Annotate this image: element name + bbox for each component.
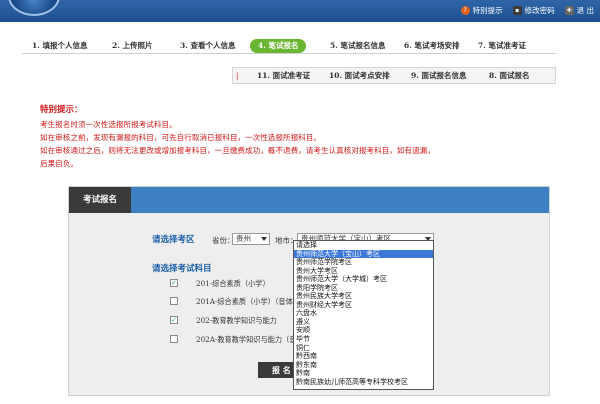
dropdown-option[interactable]: 请选择 bbox=[294, 241, 433, 250]
step-bar: 1. 填报个人信息 2. 上传照片 3. 查看个人信息 4. 笔试报名 5. 笔… bbox=[22, 38, 556, 54]
subject-label: 201A-综合素质（小学）（音体 bbox=[196, 297, 293, 307]
notice-line: 考生报名时须一次性选报所报考试科目。 bbox=[40, 118, 560, 131]
choose-subject-label: 请选择考试科目 bbox=[152, 262, 212, 274]
change-password-link[interactable]: ▪ 修改密码 bbox=[513, 5, 555, 16]
top-bar: ? 特别提示 ▪ 修改密码 ✚ 退 出 bbox=[0, 0, 600, 22]
dropdown-option[interactable]: 黔南民族幼儿师范高等专科学校考区 bbox=[294, 378, 433, 387]
notice: 特别提示： 考生报名时须一次性选报所报考试科目。 如在审核之前，发现有漏报的科目… bbox=[40, 104, 560, 170]
dropdown-option[interactable]: 黔东南 bbox=[294, 361, 433, 370]
dropdown-option[interactable]: 铜仁 bbox=[294, 344, 433, 353]
dropdown-option[interactable]: 遵义 bbox=[294, 318, 433, 327]
dropdown-option[interactable]: 黔南 bbox=[294, 369, 433, 378]
province-select[interactable]: 贵州 bbox=[232, 233, 270, 245]
dropdown-option[interactable]: 六盘水 bbox=[294, 309, 433, 318]
panel-tab: 考试报名 bbox=[69, 187, 131, 213]
password-icon: ▪ bbox=[513, 6, 522, 15]
subject-label: 202-教育教学知识与能力 bbox=[196, 316, 277, 326]
dropdown-option[interactable]: 贵阳学院考区 bbox=[294, 284, 433, 293]
notice-line: 后果自负。 bbox=[40, 157, 560, 170]
step-view-info[interactable]: 3. 查看个人信息 bbox=[180, 39, 235, 53]
step-written-signup[interactable]: 4. 笔试报名 bbox=[250, 39, 306, 53]
change-password-label: 修改密码 bbox=[525, 5, 555, 16]
dropdown-option[interactable]: 贵州师范大学（宝山）考区 bbox=[294, 250, 433, 259]
logout-link[interactable]: ✚ 退 出 bbox=[565, 5, 594, 16]
logout-label: 退 出 bbox=[577, 5, 594, 16]
step-fill-info[interactable]: 1. 填报个人信息 bbox=[32, 39, 87, 53]
top-links: ? 特别提示 ▪ 修改密码 ✚ 退 出 bbox=[461, 5, 594, 16]
step-upload-photo[interactable]: 2. 上传照片 bbox=[112, 39, 152, 53]
chevron-down-icon bbox=[261, 237, 267, 241]
step-interview-site[interactable]: 10. 面试考点安排 bbox=[329, 69, 390, 83]
dropdown-option[interactable]: 安顺 bbox=[294, 326, 433, 335]
submit-signup-button[interactable]: 报 名 bbox=[258, 362, 298, 378]
step-interview-signup[interactable]: 8. 面试报名 bbox=[489, 69, 529, 83]
notice-title: 特别提示： bbox=[40, 104, 560, 117]
panel-header: 考试报名 bbox=[69, 187, 549, 213]
notice-line: 如在审核通过之后，则将无法更改或增加报考科目，一旦缴费成功，概不退费，请考生认真… bbox=[40, 144, 560, 157]
step-marker: | bbox=[236, 72, 238, 80]
step-written-signup-info[interactable]: 5. 笔试报名信息 bbox=[330, 39, 385, 53]
dropdown-option[interactable]: 贵州大学考区 bbox=[294, 267, 433, 276]
city-dropdown-list[interactable]: 请选择贵州师范大学（宝山）考区贵州师范学院考区贵州大学考区贵州师范大学（大学城）… bbox=[293, 240, 434, 390]
subject-label: 202A-教育教学知识与能力（音 bbox=[196, 335, 296, 345]
subject-label: 201-综合素质（小学） bbox=[196, 279, 270, 289]
help-icon: ? bbox=[461, 6, 470, 15]
site-logo bbox=[0, 0, 70, 22]
special-notice-link[interactable]: ? 特别提示 bbox=[461, 5, 503, 16]
subject-checkbox[interactable] bbox=[170, 297, 178, 305]
exit-icon: ✚ bbox=[565, 6, 574, 15]
step-written-room[interactable]: 6. 笔试考场安排 bbox=[404, 39, 459, 53]
dropdown-option[interactable]: 贵州师范大学（大学城）考区 bbox=[294, 275, 433, 284]
dropdown-option[interactable]: 黔西南 bbox=[294, 352, 433, 361]
subject-checkbox[interactable]: ✓ bbox=[170, 316, 178, 324]
subject-checkbox[interactable]: ✓ bbox=[170, 279, 178, 287]
special-notice-label: 特别提示 bbox=[473, 5, 503, 16]
province-value: 贵州 bbox=[236, 234, 251, 243]
step-interview-signup-info[interactable]: 9. 面试报名信息 bbox=[411, 69, 466, 83]
dropdown-option[interactable]: 毕节 bbox=[294, 335, 433, 344]
choose-site-label: 请选择考区 bbox=[152, 233, 195, 245]
step-bar-interview: | 11. 面试准考证 10. 面试考点安排 9. 面试报名信息 8. 面试报名 bbox=[232, 67, 556, 84]
dropdown-option[interactable]: 贵州民族大学考区 bbox=[294, 292, 433, 301]
step-written-ticket[interactable]: 7. 笔试准考证 bbox=[478, 39, 526, 53]
notice-line: 如在审核之前，发现有漏报的科目，可先自行取消已报科目，一次性选报所报科目。 bbox=[40, 131, 560, 144]
dropdown-option[interactable]: 贵州师范学院考区 bbox=[294, 258, 433, 267]
subject-checkbox[interactable] bbox=[170, 335, 178, 343]
step-interview-ticket[interactable]: 11. 面试准考证 bbox=[257, 69, 310, 83]
